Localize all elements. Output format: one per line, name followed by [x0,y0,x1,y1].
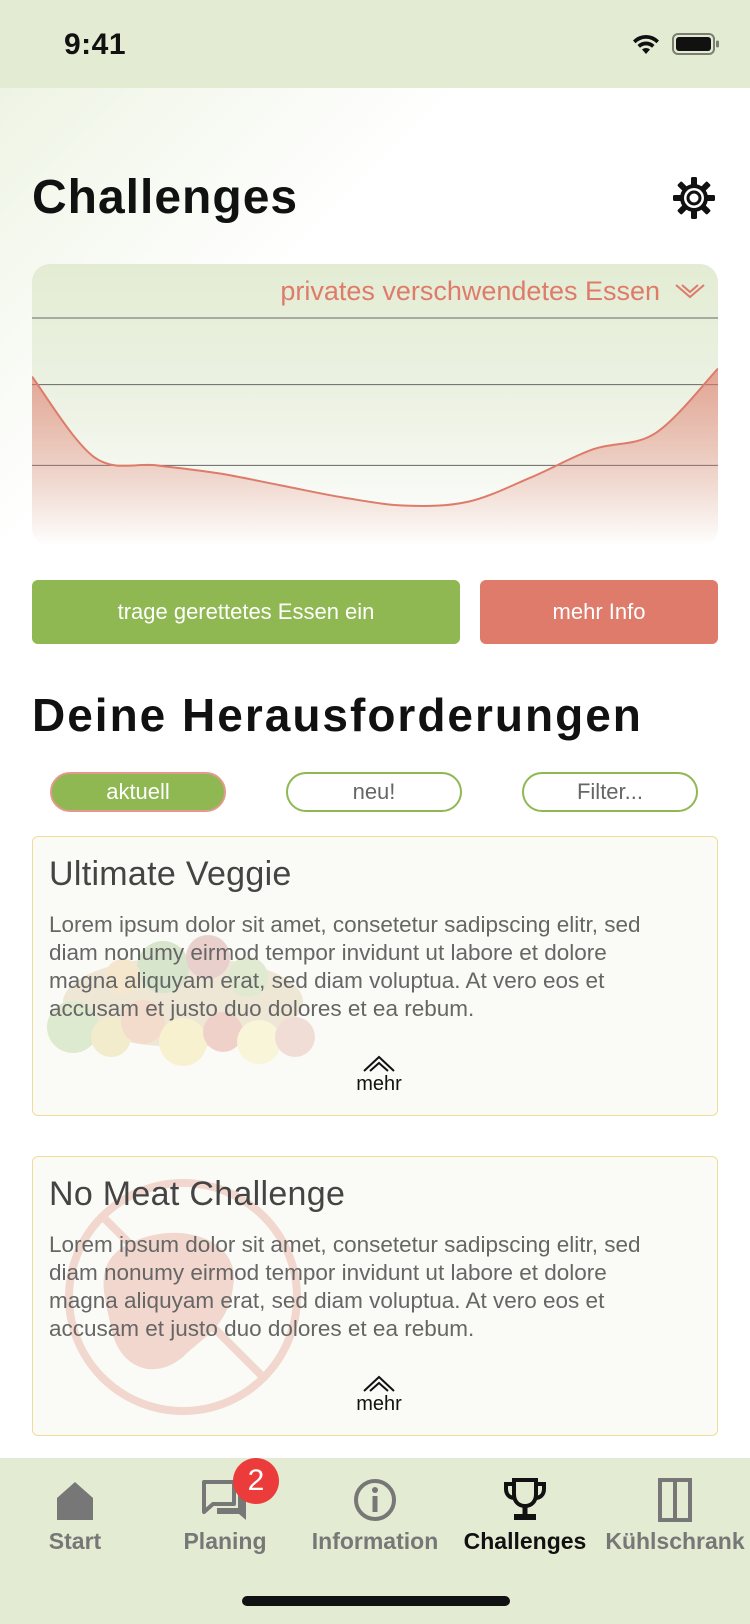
chevron-up-double-icon [363,1375,395,1392]
card-description: Lorem ipsum dolor sit amet, consetetur s… [49,1232,641,1341]
chart-selector-label: privates verschwendetes Essen [280,276,660,306]
challenge-card[interactable]: Ultimate Veggie Lorem ipsum dolor sit am… [32,836,718,1116]
challenge-card[interactable]: No Meat Challenge Lorem ipsum dolor sit … [32,1156,718,1436]
filter-more[interactable]: Filter... [522,772,698,812]
chevron-up-double-icon [363,1055,395,1072]
card-more-button[interactable]: mehr [351,1371,407,1427]
wifi-icon [633,34,659,54]
chart-selector[interactable]: privates verschwendetes Essen [280,276,706,307]
trophy-icon [504,1478,546,1520]
status-bar: 9:41 [0,0,750,88]
card-title: No Meat Challenge [49,1175,346,1213]
notification-badge: 2 [233,1458,279,1504]
card-description: Lorem ipsum dolor sit amet, consetetur s… [49,912,641,1021]
status-icons [630,32,720,56]
chevron-down-double-icon [675,283,705,298]
tab-label: Information [311,1528,439,1554]
tab-label: Planing [183,1528,267,1554]
more-info-button[interactable]: mehr Info [480,580,718,644]
filter-current[interactable]: aktuell [50,772,226,812]
card-title: Ultimate Veggie [49,855,292,893]
tab-challenges[interactable]: Challenges [450,1468,600,1568]
tab-label: Challenges [463,1528,587,1554]
tab-fridge[interactable]: Kühlschrank [600,1468,750,1568]
tab-information[interactable]: Information [300,1468,450,1568]
tab-label: Kühlschrank [605,1528,745,1554]
card-more-label: mehr [356,1073,402,1095]
card-more-button[interactable]: mehr [351,1051,407,1107]
gear-icon [673,177,715,219]
section-title: Deine Herausforderungen [32,689,643,741]
home-indicator [242,1596,510,1606]
fridge-icon [658,1478,692,1522]
tab-bar: Start 2 Planing Information Challenges K… [0,1458,750,1624]
chart-card: privates verschwendetes Essen [32,264,718,546]
save-food-button[interactable]: trage gerettetes Essen ein [32,580,460,644]
card-more-label: mehr [356,1393,402,1415]
tab-label: Start [48,1528,102,1554]
home-icon [57,1482,93,1520]
page-title: Challenges [32,171,299,224]
status-time: 9:41 [64,28,127,61]
tab-start[interactable]: Start [0,1468,150,1568]
info-icon [354,1479,396,1521]
tab-planing[interactable]: 2 Planing [150,1458,300,1568]
battery-icon [672,33,719,55]
filter-new[interactable]: neu! [286,772,462,812]
settings-button[interactable] [672,176,716,220]
